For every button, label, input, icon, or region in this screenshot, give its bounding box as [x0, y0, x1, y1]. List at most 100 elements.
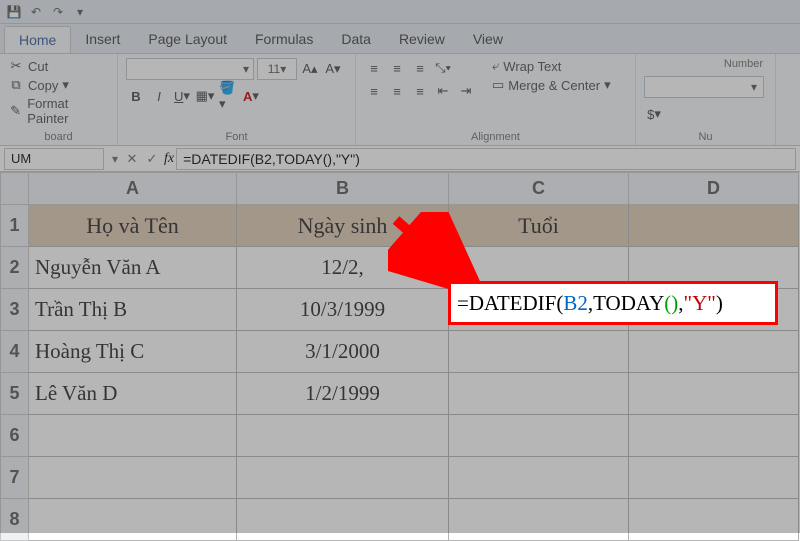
column-header-A[interactable]: A	[29, 173, 237, 205]
cell-A7[interactable]	[29, 457, 237, 499]
border-button[interactable]: ▦▾	[195, 86, 215, 106]
copy-button[interactable]: ⧉Copy▾	[8, 77, 109, 93]
cell-A5[interactable]: Lê Văn D	[29, 373, 237, 415]
cell-A1[interactable]: Họ và Tên	[29, 205, 237, 247]
save-icon[interactable]: 💾	[6, 4, 22, 20]
cell-B8[interactable]	[237, 499, 449, 541]
fx-icon[interactable]: fx	[162, 151, 176, 167]
brush-icon: ✎	[8, 103, 23, 119]
row-header-1[interactable]: 1	[1, 205, 29, 247]
editing-cell-overlay[interactable]: =DATEDIF(B2,TODAY(),"Y")	[448, 281, 778, 325]
font-color-button[interactable]: A▾	[241, 86, 261, 106]
quick-access-toolbar: 💾 ↶ ↷ ▾	[0, 0, 800, 24]
tab-review[interactable]: Review	[385, 26, 459, 53]
grow-font-button[interactable]: A▴	[300, 59, 320, 79]
cancel-formula-button[interactable]: ✕	[122, 151, 142, 167]
tab-page-layout[interactable]: Page Layout	[134, 26, 241, 53]
ribbon: ✂ Cut ⧉Copy▾ ✎Format Painter board ▾ 11▾ …	[0, 54, 800, 146]
cell-B7[interactable]	[237, 457, 449, 499]
tab-formulas[interactable]: Formulas	[241, 26, 327, 53]
decrease-indent-button[interactable]: ⇤	[433, 81, 453, 101]
font-name-combo[interactable]: ▾	[126, 58, 254, 80]
undo-icon[interactable]: ↶	[28, 4, 44, 20]
row-header-2[interactable]: 2	[1, 247, 29, 289]
row-header-5[interactable]: 5	[1, 373, 29, 415]
merge-center-button[interactable]: ▭Merge & Center▾	[492, 77, 611, 93]
cell-C7[interactable]	[449, 457, 629, 499]
group-font: ▾ 11▾ A▴ A▾ B I U▾ ▦▾ 🪣▾ A▾ Font	[118, 54, 356, 145]
tab-insert[interactable]: Insert	[71, 26, 134, 53]
row-header-7[interactable]: 7	[1, 457, 29, 499]
cell-A8[interactable]	[29, 499, 237, 541]
cell-A6[interactable]	[29, 415, 237, 457]
cut-label: Cut	[28, 59, 48, 74]
cell-B4[interactable]: 3/1/2000	[237, 331, 449, 373]
cell-C8[interactable]	[449, 499, 629, 541]
tab-data[interactable]: Data	[327, 26, 385, 53]
formula-bar: UM ▾ ✕ ✓ fx =DATEDIF(B2,TODAY(),"Y")	[0, 146, 800, 172]
italic-button[interactable]: I	[149, 86, 169, 106]
cell-D4[interactable]	[629, 331, 799, 373]
format-painter-label: Format Painter	[27, 96, 109, 126]
font-group-label: Font	[126, 129, 347, 143]
merge-label: Merge & Center	[508, 78, 600, 93]
formula-input[interactable]: =DATEDIF(B2,TODAY(),"Y")	[176, 148, 796, 170]
cell-B6[interactable]	[237, 415, 449, 457]
cell-C5[interactable]	[449, 373, 629, 415]
number-format-combo[interactable]: ▾	[644, 76, 764, 98]
cell-A2[interactable]: Nguyễn Văn A	[29, 247, 237, 289]
align-bottom-button[interactable]: ≡	[410, 58, 430, 78]
shrink-font-button[interactable]: A▾	[323, 59, 343, 79]
format-painter-button[interactable]: ✎Format Painter	[8, 96, 109, 126]
orientation-button[interactable]: ⤡▾	[433, 58, 453, 78]
column-header-D[interactable]: D	[629, 173, 799, 205]
cell-D5[interactable]	[629, 373, 799, 415]
alignment-group-label: Alignment	[364, 129, 627, 143]
currency-button[interactable]: $▾	[644, 104, 664, 124]
column-header-B[interactable]: B	[237, 173, 449, 205]
align-middle-button[interactable]: ≡	[387, 58, 407, 78]
scissors-icon: ✂	[8, 58, 24, 74]
align-center-button[interactable]: ≡	[387, 81, 407, 101]
cell-D7[interactable]	[629, 457, 799, 499]
font-size-combo[interactable]: 11▾	[257, 58, 297, 80]
row-header-6[interactable]: 6	[1, 415, 29, 457]
name-box[interactable]: UM	[4, 148, 104, 170]
cut-button[interactable]: ✂ Cut	[8, 58, 109, 74]
copy-icon: ⧉	[8, 77, 24, 93]
number-group-label: Nu	[644, 129, 767, 143]
row-header-3[interactable]: 3	[1, 289, 29, 331]
group-alignment: ≡ ≡ ≡ ⤡▾ ≡ ≡ ≡ ⇤ ⇥ ⤶Wrap Text ▭Merge & C…	[356, 54, 636, 145]
select-all-corner[interactable]	[1, 173, 29, 205]
increase-indent-button[interactable]: ⇥	[456, 81, 476, 101]
bold-button[interactable]: B	[126, 86, 146, 106]
align-top-button[interactable]: ≡	[364, 58, 384, 78]
underline-button[interactable]: U▾	[172, 86, 192, 106]
number-title: Number	[644, 58, 767, 70]
group-number: Number ▾ $▾ Nu	[636, 54, 776, 145]
wrap-text-button[interactable]: ⤶Wrap Text	[492, 58, 611, 74]
name-box-dropdown[interactable]: ▾	[108, 152, 122, 166]
cell-A4[interactable]: Hoàng Thị C	[29, 331, 237, 373]
clipboard-group-label: board	[8, 129, 109, 143]
qat-more-icon[interactable]: ▾	[72, 4, 88, 20]
cell-D1[interactable]	[629, 205, 799, 247]
row-header-8[interactable]: 8	[1, 499, 29, 541]
cell-A3[interactable]: Trần Thị B	[29, 289, 237, 331]
tab-home[interactable]: Home	[4, 26, 71, 53]
wrap-text-label: Wrap Text	[503, 59, 561, 74]
cell-D6[interactable]	[629, 415, 799, 457]
align-right-button[interactable]: ≡	[410, 81, 430, 101]
row-header-4[interactable]: 4	[1, 331, 29, 373]
tab-view[interactable]: View	[459, 26, 517, 53]
cell-C6[interactable]	[449, 415, 629, 457]
column-header-C[interactable]: C	[449, 173, 629, 205]
group-clipboard: ✂ Cut ⧉Copy▾ ✎Format Painter board	[0, 54, 118, 145]
enter-formula-button[interactable]: ✓	[142, 151, 162, 167]
align-left-button[interactable]: ≡	[364, 81, 384, 101]
cell-B5[interactable]: 1/2/1999	[237, 373, 449, 415]
fill-color-button[interactable]: 🪣▾	[218, 86, 238, 106]
cell-C4[interactable]	[449, 331, 629, 373]
redo-icon[interactable]: ↷	[50, 4, 66, 20]
cell-D8[interactable]	[629, 499, 799, 541]
